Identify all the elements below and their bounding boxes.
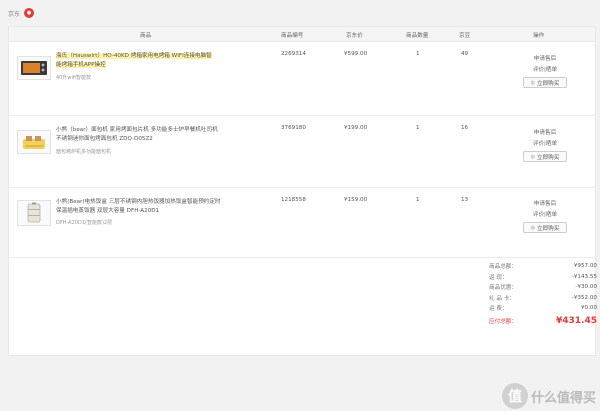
watermark-logo-icon: 值 bbox=[501, 383, 528, 409]
row-actions: 申请售后 评价|晒单 ◎ 立即购买 bbox=[515, 199, 575, 233]
product-name-link[interactable]: 小熊（bear）面包机 家用烤面包片机 多功能多士炉早餐机吐司机 不锈钢迷你面包… bbox=[56, 126, 236, 144]
header-product: 商品 bbox=[140, 33, 152, 39]
after-sale-link[interactable]: 申请售后 bbox=[515, 199, 575, 210]
price-value: ¥159.00 bbox=[344, 197, 368, 203]
summary-value: ¥0.00 bbox=[580, 305, 597, 312]
review-link[interactable]: 评价|晒单 bbox=[515, 65, 575, 76]
summary-value: -¥143.55 bbox=[571, 273, 597, 280]
qty-value: 1 bbox=[416, 51, 420, 57]
after-sale-link[interactable]: 申请售后 bbox=[515, 54, 575, 65]
summary-label: 商品优惠： bbox=[489, 285, 517, 292]
header-ops: 操作 bbox=[533, 33, 545, 39]
table-row: 小熊（bear）面包机 家用烤面包片机 多功能多士炉早餐机吐司机 不锈钢迷你面包… bbox=[9, 116, 595, 188]
summary-label: 礼 品 卡： bbox=[489, 295, 515, 302]
beans-value: 49 bbox=[461, 51, 469, 57]
cart-icon: ◎ bbox=[530, 79, 535, 86]
table-header: 商品 商品编号 京东价 商品数量 京豆 操作 bbox=[9, 27, 595, 42]
buy-again-button[interactable]: ◎ 立即购买 bbox=[523, 222, 567, 233]
header-qty: 商品数量 bbox=[406, 33, 429, 39]
watermark-text: 什么值得买 bbox=[530, 390, 596, 406]
review-link[interactable]: 评价|晒单 bbox=[515, 210, 575, 221]
product-spec: 40升wifi智能款 bbox=[56, 75, 91, 81]
review-link[interactable]: 评价|晒单 bbox=[515, 139, 575, 150]
sku-value: 1218558 bbox=[281, 197, 306, 203]
beans-value: 13 bbox=[461, 197, 469, 203]
jd-logo-icon[interactable]: ● bbox=[24, 8, 35, 18]
header-price: 京东价 bbox=[346, 33, 363, 39]
summary-value: ¥957.00 bbox=[573, 263, 597, 270]
qty-value: 1 bbox=[416, 125, 420, 131]
buy-again-button[interactable]: ◎ 立即购买 bbox=[523, 77, 567, 88]
buy-again-label: 立即购买 bbox=[536, 154, 560, 161]
buy-again-button[interactable]: ◎ 立即购买 bbox=[523, 151, 567, 162]
row-actions: 申请售后 评价|晒单 ◎ 立即购买 bbox=[515, 128, 575, 162]
summary-value: -¥352.00 bbox=[571, 294, 597, 301]
table-row: 海氏（Hauswirt）HO-40KD 烤箱家用电烤箱 WIFI连接电脑智 能烤… bbox=[9, 42, 595, 116]
product-name-line2[interactable]: 不锈钢迷你面包烤面包机 ZDQ-D05Z2 bbox=[56, 136, 153, 142]
total-row: 应付总额： ¥431.45 bbox=[489, 314, 597, 328]
lunchbox-icon[interactable] bbox=[17, 200, 51, 226]
sku-value: 3769180 bbox=[281, 125, 306, 131]
summary-row: 返 现： -¥143.55 bbox=[489, 272, 597, 283]
total-value: ¥431.45 bbox=[556, 315, 597, 326]
buy-again-label: 立即购买 bbox=[536, 80, 560, 87]
after-sale-link[interactable]: 申请售后 bbox=[515, 128, 575, 139]
toaster-icon[interactable] bbox=[17, 130, 51, 154]
watermark: 值 什么值得买 bbox=[501, 383, 596, 409]
order-panel: 商品 商品编号 京东价 商品数量 京豆 操作 海氏（Hauswirt）HO-40… bbox=[8, 26, 597, 356]
header-beans: 京豆 bbox=[459, 33, 471, 39]
summary-value: -¥30.00 bbox=[575, 284, 597, 291]
product-name-line1[interactable]: 海氏（Hauswirt）HO-40KD 烤箱家用电烤箱 WIFI连接电脑智 bbox=[56, 53, 212, 59]
oven-icon[interactable] bbox=[17, 56, 51, 80]
summary-row: 运 费： ¥0.00 bbox=[489, 303, 597, 314]
summary-label: 运 费： bbox=[489, 306, 508, 313]
table-row: 小熊(Bear)电热饭盒 三层不锈钢内胆热饭器加热饭盒智能预约定时 保温插电蒸饭… bbox=[9, 188, 595, 258]
product-name-link[interactable]: 海氏（Hauswirt）HO-40KD 烤箱家用电烤箱 WIFI连接电脑智 能烤… bbox=[56, 52, 236, 70]
sku-value: 2269314 bbox=[281, 51, 306, 57]
product-name-line1[interactable]: 小熊(Bear)电热饭盒 三层不锈钢内胆热饭器加热饭盒智能预约定时 bbox=[56, 199, 221, 205]
qty-value: 1 bbox=[416, 197, 420, 203]
product-spec: 面包烤炉机多功能面包机 bbox=[56, 149, 112, 155]
header-sku: 商品编号 bbox=[281, 33, 304, 39]
product-spec: DFH-A20D1(智能款)2层 bbox=[56, 220, 113, 226]
total-label: 应付总额： bbox=[489, 318, 517, 325]
order-summary: 商品总额： ¥957.00 返 现： -¥143.55 商品优惠： -¥30.00 礼… bbox=[489, 261, 597, 328]
product-name-line2[interactable]: 能烤箱手机APP操控 bbox=[56, 62, 106, 68]
shop-label[interactable]: 京东 bbox=[8, 9, 20, 18]
cart-icon: ◎ bbox=[530, 153, 535, 160]
product-name-link[interactable]: 小熊(Bear)电热饭盒 三层不锈钢内胆热饭器加热饭盒智能预约定时 保温插电蒸饭… bbox=[56, 198, 246, 216]
price-value: ¥199.00 bbox=[344, 125, 368, 131]
summary-row: 商品总额： ¥957.00 bbox=[489, 261, 597, 272]
product-name-line2[interactable]: 保温插电蒸饭器 双层大容量 DFH-A20D1 bbox=[56, 208, 159, 214]
top-bar: 京东 ● bbox=[0, 0, 600, 26]
summary-label: 商品总额： bbox=[489, 264, 517, 271]
row-actions: 申请售后 评价|晒单 ◎ 立即购买 bbox=[515, 54, 575, 88]
cart-icon: ◎ bbox=[530, 224, 535, 231]
beans-value: 16 bbox=[461, 125, 469, 131]
buy-again-label: 立即购买 bbox=[536, 225, 560, 232]
summary-row: 礼 品 卡： -¥352.00 bbox=[489, 293, 597, 304]
summary-label: 返 现： bbox=[489, 274, 508, 281]
price-value: ¥599.00 bbox=[344, 51, 368, 57]
summary-row: 商品优惠： -¥30.00 bbox=[489, 282, 597, 293]
product-name-line1[interactable]: 小熊（bear）面包机 家用烤面包片机 多功能多士炉早餐机吐司机 bbox=[56, 127, 218, 133]
